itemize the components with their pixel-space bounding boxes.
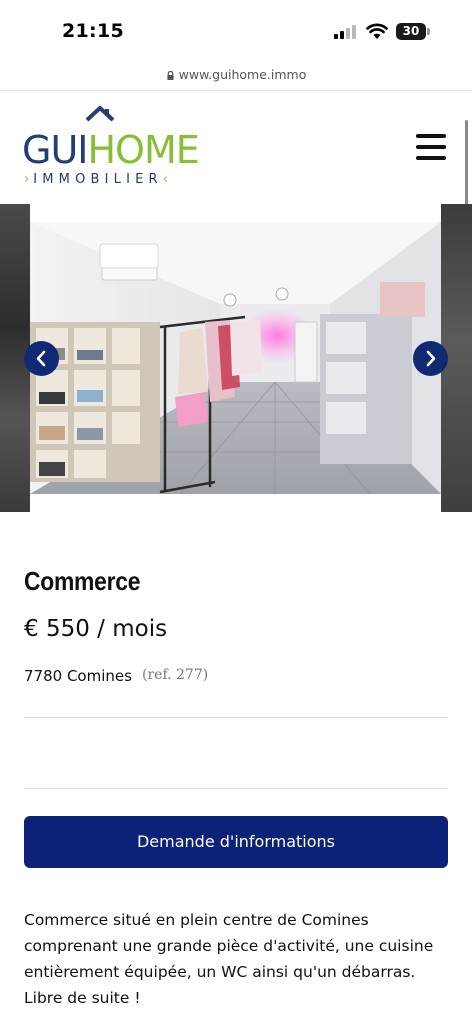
battery-nub: [427, 28, 430, 35]
site-logo[interactable]: GUIHOME ›IMMOBILIER‹: [22, 104, 212, 190]
listing-photo[interactable]: [30, 222, 441, 494]
hamburger-menu-icon[interactable]: [416, 134, 448, 160]
gallery-next-button[interactable]: [413, 341, 448, 376]
address-bar-divider: [0, 90, 472, 91]
cellular-signal-icon: [334, 25, 360, 39]
request-info-button[interactable]: Demande d'informations: [24, 816, 448, 868]
status-time: 21:15: [62, 20, 124, 42]
lock-icon: [166, 71, 174, 80]
photo-gallery[interactable]: [0, 204, 472, 514]
listing-price: € 550 / mois: [24, 616, 168, 642]
section-divider: [24, 788, 448, 789]
chevron-right-icon: [426, 350, 436, 367]
listing-reference: (ref. 277): [142, 667, 209, 683]
logo-roof-icon: [85, 106, 115, 122]
logo-home: HOME: [87, 128, 199, 172]
chevron-left-icon: [36, 350, 46, 367]
listing-description: Commerce situé en plein centre de Comine…: [24, 911, 434, 1007]
status-bar: 21:15 30: [0, 0, 472, 60]
logo-arrow-left-icon: ›: [24, 172, 34, 187]
logo-arrow-right-icon: ‹: [162, 172, 172, 187]
address-bar[interactable]: www.guihome.immo: [0, 60, 472, 90]
logo-wordmark: GUIHOME: [22, 128, 200, 172]
section-divider: [24, 717, 448, 718]
logo-sub-text: IMMOBILIER: [33, 172, 163, 187]
wifi-icon: [366, 23, 388, 39]
listing-location: 7780 Comines: [24, 667, 132, 685]
scrollbar[interactable]: [465, 120, 468, 210]
property-type-heading: Commerce: [24, 566, 141, 596]
battery-indicator: 30: [396, 23, 426, 40]
gallery-prev-button[interactable]: [24, 341, 59, 376]
logo-gui: GUI: [22, 128, 88, 172]
url-text: www.guihome.immo: [178, 67, 307, 82]
logo-tagline: ›IMMOBILIER‹: [24, 172, 172, 187]
